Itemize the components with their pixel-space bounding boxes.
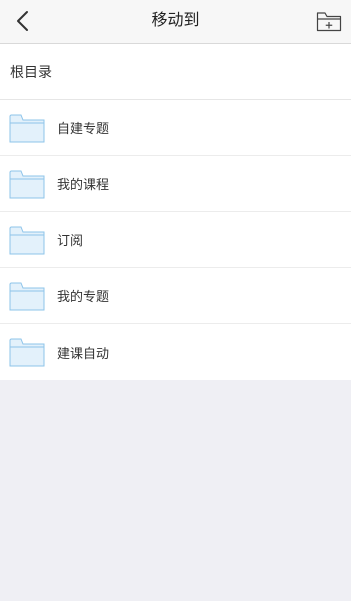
folder-name: 建课自动 <box>57 346 110 362</box>
folder-item[interactable]: 我的课程 <box>0 156 351 212</box>
folder-name: 我的课程 <box>57 178 110 193</box>
move-to-screen: 移动到 根目录 自建专题 我的课程 订阅 我的专题 建课自动 <box>0 0 351 601</box>
folder-plus-icon <box>316 12 342 32</box>
folder-item[interactable]: 我的专题 <box>0 268 351 324</box>
folder-list: 根目录 自建专题 我的课程 订阅 我的专题 建课自动 <box>0 44 351 380</box>
root-directory-label: 根目录 <box>10 64 52 81</box>
folder-name: 我的专题 <box>57 290 110 305</box>
new-folder-button[interactable] <box>315 8 343 34</box>
folder-icon <box>9 226 45 254</box>
navigation-bar: 移动到 <box>0 0 351 44</box>
folder-item[interactable]: 订阅 <box>0 212 351 268</box>
folder-name: 订阅 <box>57 234 84 249</box>
folder-icon <box>9 114 45 142</box>
folder-item[interactable]: 自建专题 <box>0 100 351 156</box>
page-title: 移动到 <box>151 10 200 29</box>
folder-icon <box>9 170 45 198</box>
root-directory-item[interactable]: 根目录 <box>0 44 351 100</box>
folder-icon <box>9 338 45 367</box>
folder-item[interactable]: 建课自动 <box>0 324 351 380</box>
folder-name: 自建专题 <box>57 122 110 137</box>
folder-icon <box>9 282 45 310</box>
